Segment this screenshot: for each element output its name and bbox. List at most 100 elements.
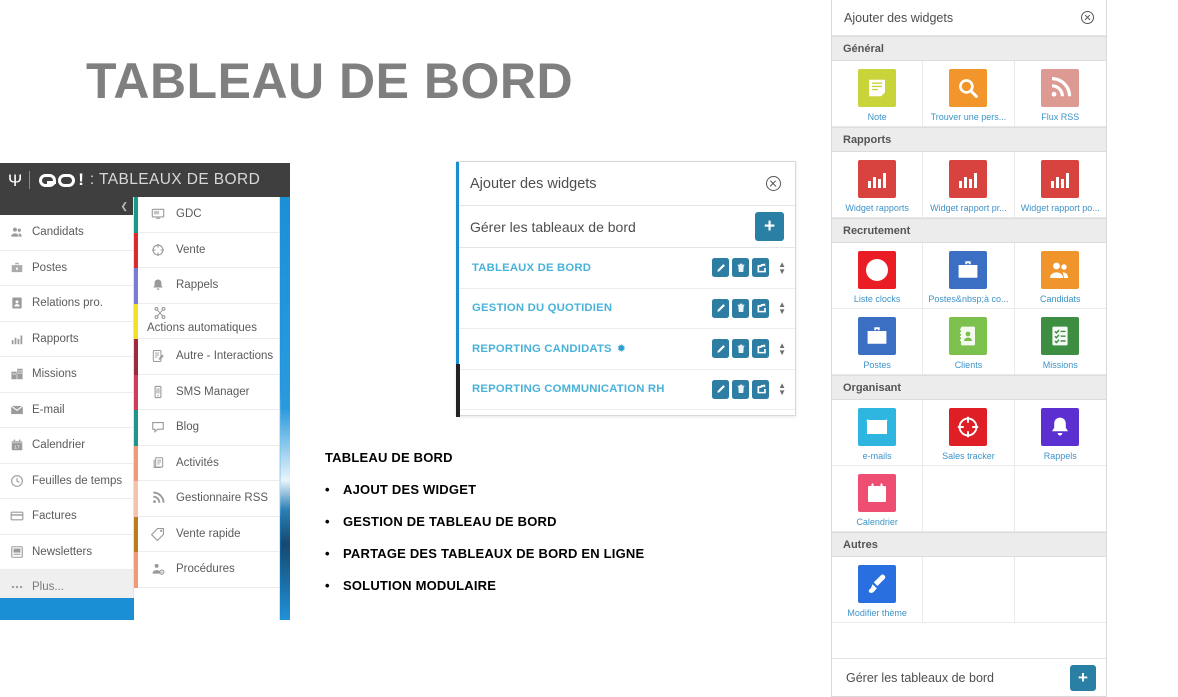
submenu-item-gdc[interactable]: GDC bbox=[138, 197, 279, 233]
submenu-item-blog[interactable]: Blog bbox=[138, 410, 279, 446]
widget-tile[interactable]: e-mails bbox=[832, 400, 924, 466]
collapse-sidebar-button[interactable]: ❮ bbox=[0, 197, 133, 215]
svg-text:17: 17 bbox=[14, 445, 20, 450]
widget-tile[interactable]: Postes bbox=[832, 309, 924, 375]
sidebar-item-label: Candidats bbox=[32, 226, 84, 239]
share-dashboard-button[interactable] bbox=[752, 339, 770, 359]
sidebar-item-rapports[interactable]: Rapports bbox=[0, 322, 133, 357]
note-edit-icon bbox=[149, 349, 167, 363]
sidebar-item-label: Calendrier bbox=[32, 439, 86, 452]
svg-text:17: 17 bbox=[873, 492, 882, 501]
widget-tile[interactable]: Trouver une pers... bbox=[923, 61, 1015, 127]
sidebar-item-calendrier[interactable]: 17 Calendrier bbox=[0, 428, 133, 464]
paintbrush-icon bbox=[858, 564, 897, 603]
share-dashboard-button[interactable] bbox=[752, 258, 770, 278]
close-circle-icon[interactable] bbox=[1081, 11, 1094, 24]
bullet-item: • GESTION DE TABLEAU DE BORD bbox=[325, 514, 745, 529]
dashboard-row[interactable]: REPORTING CANDIDATS ✹ ▲ ▼ bbox=[456, 329, 795, 370]
bullet-heading: TABLEAU DE BORD bbox=[325, 450, 453, 465]
widget-label: Widget rapport po... bbox=[1020, 202, 1100, 213]
submenu-item-rappels[interactable]: Rappels bbox=[138, 268, 279, 304]
dashboard-row[interactable]: REPORTING COMMUNICATION RH ▲ ▼ bbox=[456, 370, 795, 410]
widget-tile[interactable]: Liste clocks bbox=[832, 243, 924, 309]
widget-tile[interactable]: Widget rapport pr... bbox=[923, 152, 1015, 218]
widget-tile[interactable]: Modifier thème bbox=[832, 557, 924, 623]
submenu-item-proc-dures[interactable]: Procédures bbox=[138, 552, 279, 588]
sidebar-item-factures[interactable]: Factures bbox=[0, 499, 133, 535]
share-dashboard-button[interactable] bbox=[752, 379, 770, 399]
dialog-accent-bar-dark bbox=[456, 364, 460, 417]
submenu-item-gestionnaire-rss[interactable]: Gestionnaire RSS bbox=[138, 481, 279, 517]
delete-dashboard-button[interactable] bbox=[732, 258, 750, 278]
row-actions: ▲ ▼ bbox=[712, 258, 786, 278]
reorder-icon[interactable]: ▲ ▼ bbox=[778, 301, 786, 316]
widget-label: Liste clocks bbox=[853, 293, 901, 304]
sidebar-item-postes[interactable]: Postes bbox=[0, 251, 133, 286]
submenu-item-label: Activités bbox=[176, 456, 219, 469]
share-dashboard-button[interactable] bbox=[752, 298, 770, 318]
widget-tile[interactable]: Postes&nbsp;à co... bbox=[923, 243, 1015, 309]
reorder-icon[interactable]: ▲ ▼ bbox=[778, 382, 786, 397]
reorder-icon[interactable]: ▲ ▼ bbox=[778, 260, 786, 275]
app-body: ❮ Candidats Postes Relations pro. Rapports M… bbox=[0, 197, 290, 620]
ellipsis-icon bbox=[8, 580, 25, 594]
submenu-item-label: GDC bbox=[176, 208, 202, 221]
manage-dashboards-label: Gérer les tableaux de bord bbox=[470, 218, 636, 235]
edit-dashboard-button[interactable] bbox=[712, 258, 730, 278]
submenu-item-vente-rapide[interactable]: Vente rapide bbox=[138, 517, 279, 552]
delete-dashboard-button[interactable] bbox=[732, 339, 750, 359]
page-title: TABLEAU DE BORD bbox=[86, 53, 574, 109]
widget-section-header: Autres bbox=[832, 532, 1106, 557]
briefcase-lock-icon bbox=[949, 250, 988, 289]
add-dashboard-button-footer[interactable]: + bbox=[1070, 664, 1096, 691]
widget-tile[interactable]: Rappels bbox=[1014, 400, 1106, 466]
submenu-item-label: Vente bbox=[176, 243, 206, 256]
users-icon bbox=[1041, 250, 1080, 289]
panel-spacer bbox=[832, 623, 1106, 637]
widget-panel-title: Ajouter des widgets bbox=[844, 10, 954, 25]
submenu-item-autre-interactions[interactable]: Autre - Interactions bbox=[138, 339, 279, 375]
widget-tile[interactable]: Note bbox=[832, 61, 924, 127]
widget-tile[interactable]: Sales tracker bbox=[923, 400, 1015, 466]
widget-tile[interactable]: Clients bbox=[923, 309, 1015, 375]
widget-tile[interactable]: Widget rapports bbox=[832, 152, 924, 218]
submenu-item-actions-automatiques[interactable]: Actions automatiques bbox=[138, 304, 279, 339]
edit-dashboard-button[interactable] bbox=[712, 379, 730, 399]
submenu-item-sms-manager[interactable]: SMS Manager bbox=[138, 375, 279, 410]
sidebar-item-label: E-mail bbox=[32, 403, 65, 416]
delete-dashboard-button[interactable] bbox=[732, 298, 750, 318]
sidebar-item-newsletters[interactable]: Newsletters bbox=[0, 535, 133, 570]
sidebar-item-relations-pro[interactable]: Relations pro. bbox=[0, 286, 133, 322]
submenu-item-label: Procédures bbox=[176, 563, 235, 576]
close-circle-icon[interactable] bbox=[766, 176, 781, 191]
sidebar-item-e-mail[interactable]: E-mail bbox=[0, 393, 133, 428]
widget-tile[interactable]: Missions bbox=[1014, 309, 1106, 375]
widget-label: Rappels bbox=[1043, 450, 1077, 461]
calendar-icon: 17 bbox=[8, 438, 25, 452]
bullet-text: PARTAGE DES TABLEAUX DE BORD EN LIGNE bbox=[343, 546, 645, 561]
sidebar-item-feuilles-de-temps[interactable]: Feuilles de temps bbox=[0, 464, 133, 499]
widget-tile[interactable]: 17 Calendrier bbox=[832, 466, 924, 532]
widget-tile[interactable]: Widget rapport po... bbox=[1014, 152, 1106, 218]
submenu-item-vente[interactable]: Vente bbox=[138, 233, 279, 268]
sidebar-item-missions[interactable]: Missions bbox=[0, 357, 133, 393]
widget-section-header: Général bbox=[832, 36, 1106, 61]
edit-dashboard-button[interactable] bbox=[712, 298, 730, 318]
speech-bubble-icon bbox=[149, 420, 167, 434]
edit-dashboard-button[interactable] bbox=[712, 339, 730, 359]
bullet-marker: • bbox=[325, 578, 330, 593]
dashboard-row[interactable]: GESTION DU QUOTIDIEN ▲ ▼ bbox=[456, 289, 795, 329]
add-dashboard-button[interactable]: + bbox=[755, 212, 784, 241]
app-title: : TABLEAUX DE BORD bbox=[89, 171, 261, 188]
widget-tile[interactable]: Flux RSS bbox=[1014, 61, 1106, 127]
widget-tile[interactable]: Candidats bbox=[1014, 243, 1106, 309]
target-icon bbox=[149, 243, 167, 257]
delete-dashboard-button[interactable] bbox=[732, 379, 750, 399]
rss-icon bbox=[1041, 68, 1080, 107]
submenu-item-activit-s[interactable]: Activités bbox=[138, 446, 279, 481]
sidebar-item-candidats[interactable]: Candidats bbox=[0, 215, 133, 251]
sidebar-item-label: Newsletters bbox=[32, 545, 93, 558]
dashboard-row[interactable]: TABLEAUX DE BORD ▲ ▼ bbox=[456, 248, 795, 289]
reorder-icon[interactable]: ▲ ▼ bbox=[778, 341, 786, 356]
favorite-star-icon[interactable]: ✹ bbox=[617, 342, 626, 355]
